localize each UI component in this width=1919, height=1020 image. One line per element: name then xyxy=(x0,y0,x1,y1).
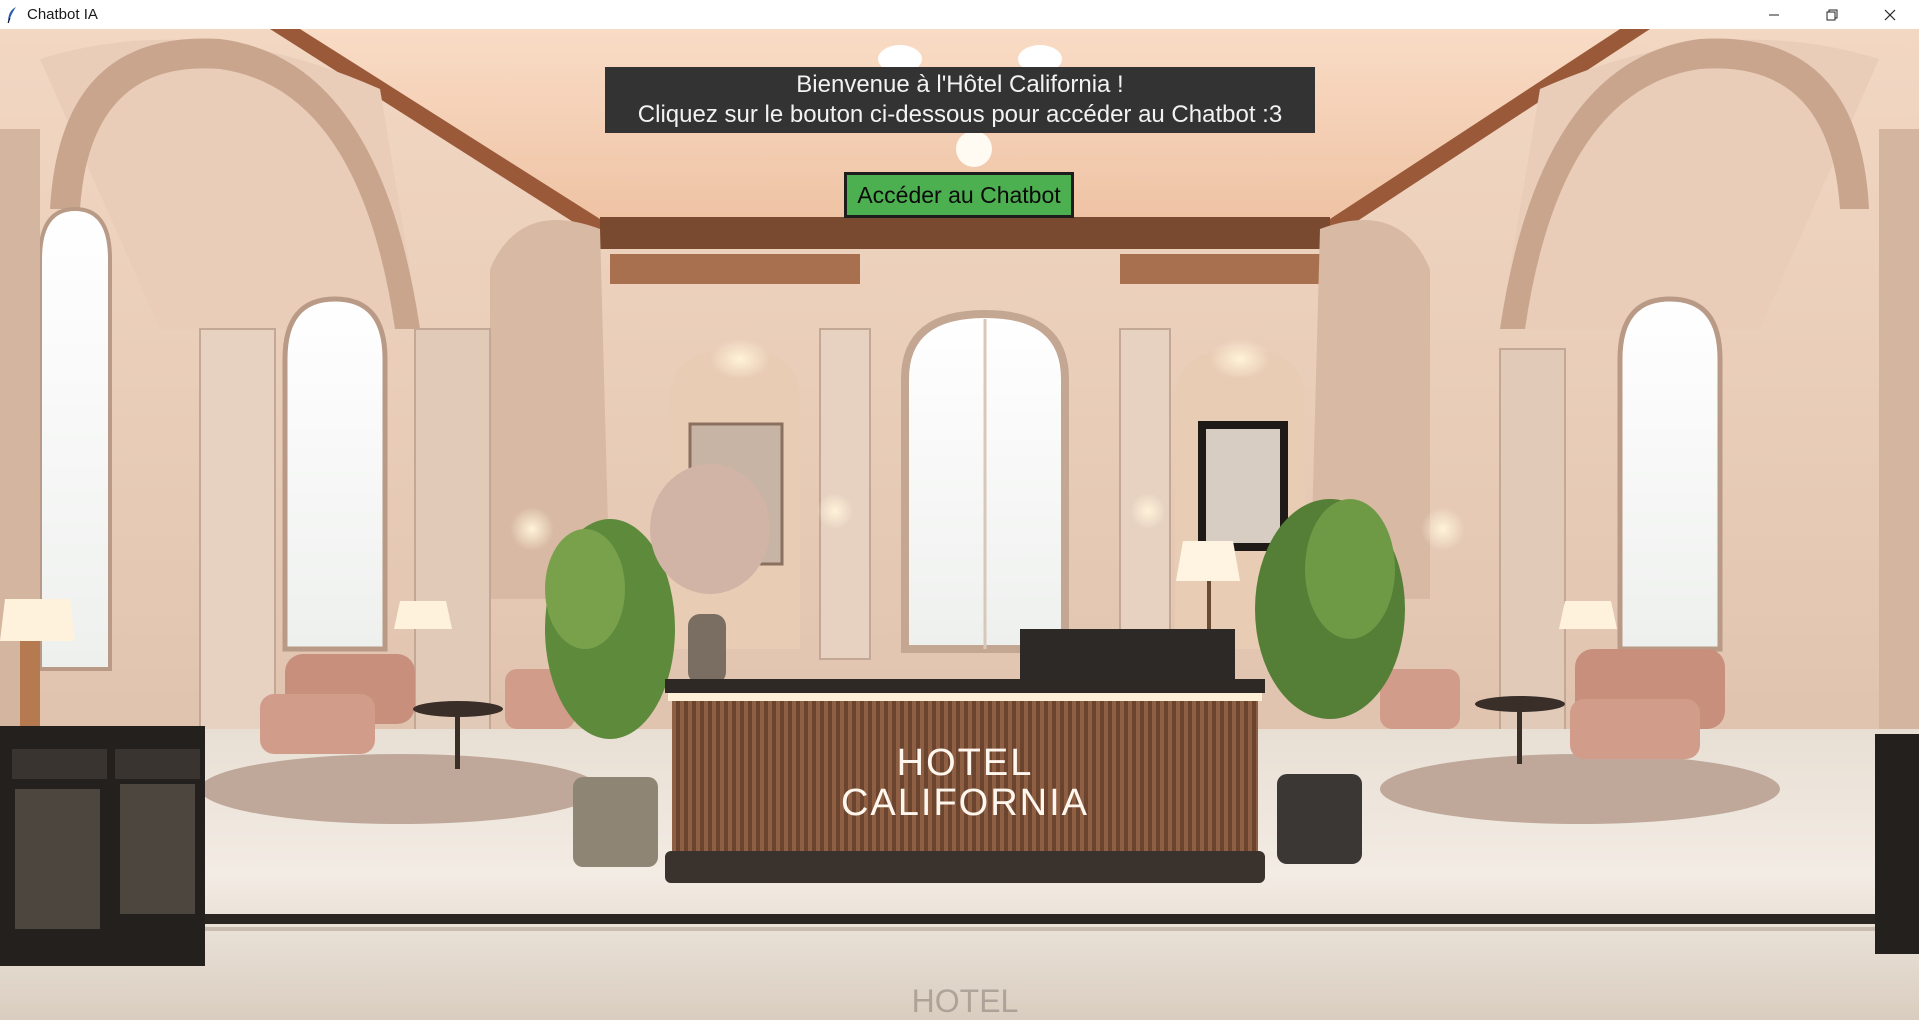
close-icon xyxy=(1884,9,1896,20)
window-title: Chatbot IA xyxy=(27,6,98,23)
close-button[interactable] xyxy=(1861,0,1919,29)
minimize-button[interactable] xyxy=(1745,0,1803,29)
welcome-title: Bienvenue à l'Hôtel California ! xyxy=(796,71,1124,98)
welcome-message: Bienvenue à l'Hôtel California ! Cliquez… xyxy=(605,67,1315,133)
restore-button[interactable] xyxy=(1803,0,1861,29)
restore-icon xyxy=(1826,9,1838,20)
desk-sign-line1: HOTEL xyxy=(897,742,1034,784)
feather-icon xyxy=(6,6,18,24)
app-window: Chatbot IA HOTEL CALIFORNIA HOTEL Bienve… xyxy=(0,0,1919,1020)
minimize-icon xyxy=(1769,14,1779,15)
access-chatbot-button[interactable]: Accéder au Chatbot xyxy=(844,172,1074,218)
window-controls xyxy=(1745,0,1919,29)
title-bar: Chatbot IA xyxy=(0,0,1919,29)
desk-sign-line2: CALIFORNIA xyxy=(841,782,1089,824)
welcome-instruction: Cliquez sur le bouton ci-dessous pour ac… xyxy=(637,101,1283,128)
floor-reflection-text: HOTEL xyxy=(912,983,1019,1019)
